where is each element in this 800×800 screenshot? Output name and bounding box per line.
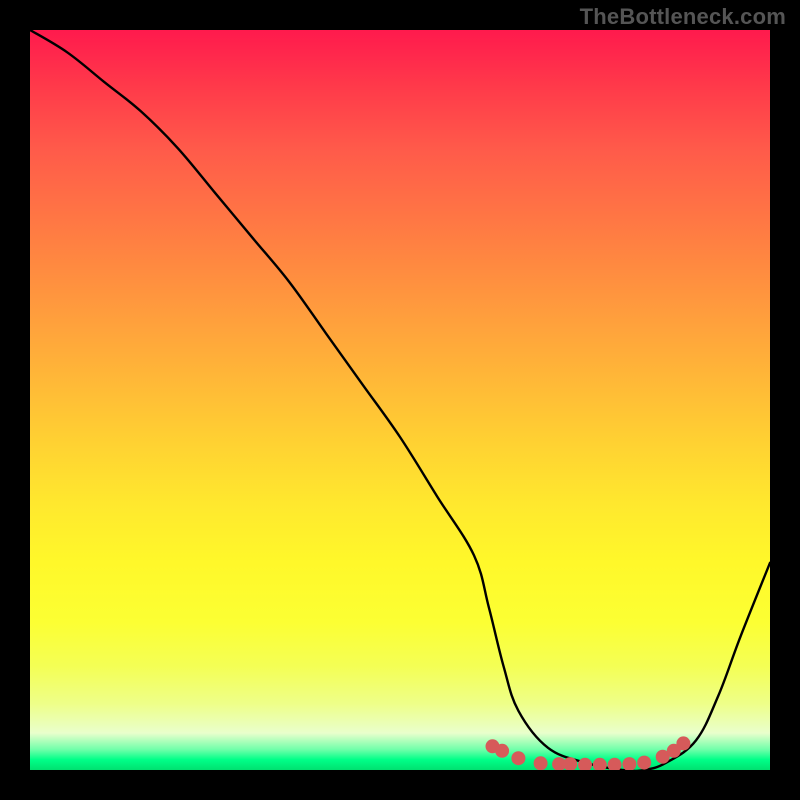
curve-marker — [578, 758, 592, 770]
curve-marker — [637, 756, 651, 770]
curve-marker — [511, 751, 525, 765]
curve-marker — [622, 757, 636, 770]
curve-marker — [534, 756, 548, 770]
chart-frame: TheBottleneck.com — [0, 0, 800, 800]
watermark-text: TheBottleneck.com — [580, 4, 786, 30]
chart-svg — [30, 30, 770, 770]
plot-area — [30, 30, 770, 770]
curve-marker — [593, 758, 607, 770]
curve-marker — [608, 758, 622, 770]
curve-marker — [495, 744, 509, 758]
curve-marker — [676, 736, 690, 750]
curve-line — [30, 30, 770, 770]
